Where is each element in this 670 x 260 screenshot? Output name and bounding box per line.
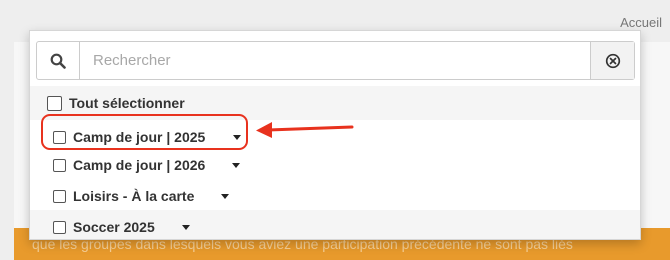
highlight-box: [41, 114, 248, 150]
option-checkbox[interactable]: [53, 189, 66, 203]
option-checkbox[interactable]: [53, 220, 66, 234]
home-link[interactable]: Accueil: [620, 15, 662, 30]
option-item-loisirs-a-la-carte[interactable]: Loisirs - À la carte: [30, 179, 640, 213]
caret-down-icon[interactable]: [181, 224, 190, 230]
search-row: [30, 31, 640, 87]
caret-down-icon[interactable]: [232, 162, 241, 168]
option-label: Camp de jour | 2026: [73, 157, 206, 173]
option-item-soccer-2025[interactable]: Soccer 2025: [30, 210, 640, 239]
clear-search-button[interactable]: [590, 42, 634, 79]
search-group: [36, 41, 635, 80]
annotation-arrow-icon: [256, 122, 354, 138]
search-icon: [37, 42, 80, 79]
option-checkbox[interactable]: [53, 158, 66, 172]
clear-circle-x-icon: [605, 53, 620, 68]
option-label: Loisirs - À la carte: [73, 188, 195, 204]
select-all-label: Tout sélectionner: [69, 95, 185, 111]
option-item-camp-de-jour-2026[interactable]: Camp de jour | 2026: [30, 148, 640, 182]
select-all-checkbox[interactable]: [47, 95, 62, 111]
search-input[interactable]: [80, 42, 590, 79]
option-label: Soccer 2025: [73, 219, 155, 235]
caret-down-icon[interactable]: [221, 193, 230, 199]
